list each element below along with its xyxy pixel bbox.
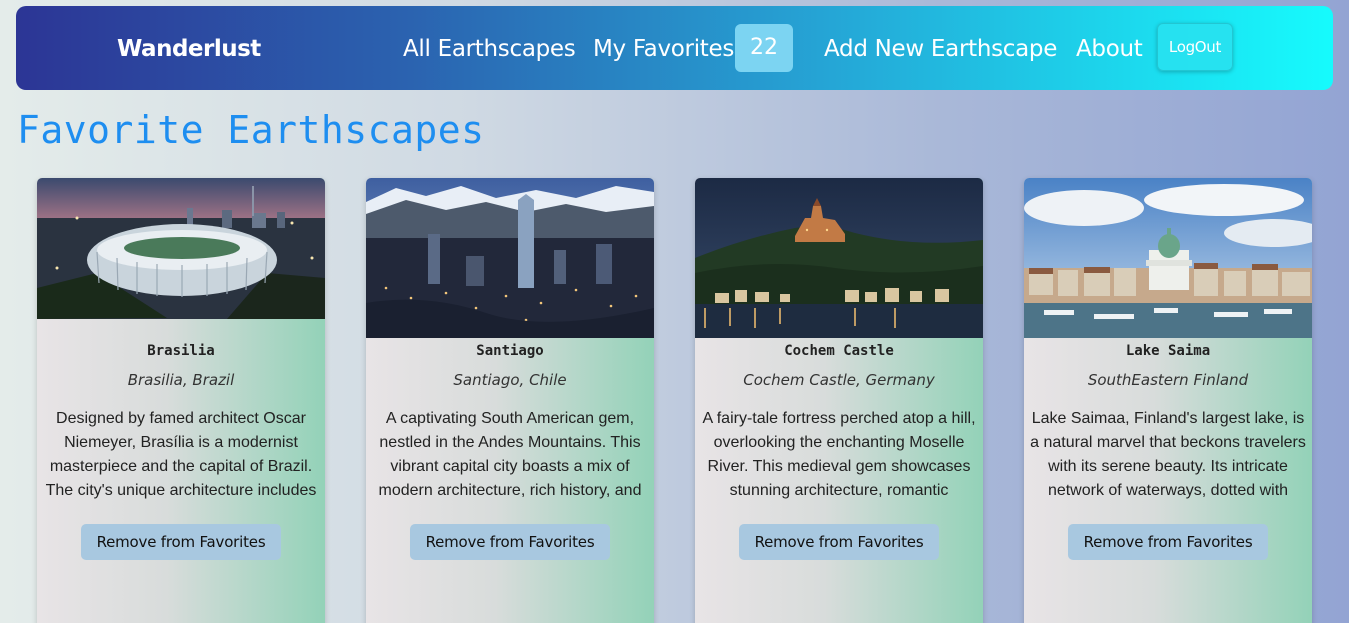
remove-from-favorites-button[interactable]: Remove from Favorites [410, 524, 610, 560]
page-title: Favorite Earthscapes [17, 108, 485, 152]
card-image-brasilia [37, 178, 325, 319]
favorite-card: Santiago Santiago, Chile A captivating S… [366, 178, 654, 623]
favorite-card: Lake Saima SouthEastern Finland Lake Sai… [1024, 178, 1312, 623]
favorite-card: Cochem Castle Cochem Castle, Germany A f… [695, 178, 983, 623]
nav-add-new-earthscape[interactable]: Add New Earthscape [824, 36, 1057, 62]
card-title: Lake Saima [1125, 343, 1211, 359]
nav-about[interactable]: About [1076, 36, 1143, 62]
logout-button[interactable]: LogOut [1157, 23, 1233, 71]
card-description: Designed by famed architect Oscar Niemey… [45, 410, 317, 499]
card-title: Cochem Castle [784, 343, 894, 359]
card-description: Lake Saimaa, Finland's largest lake, is … [1030, 410, 1306, 499]
favorites-count-badge[interactable]: 22 [735, 24, 793, 72]
remove-from-favorites-button[interactable]: Remove from Favorites [1068, 524, 1268, 560]
card-location: Brasilia, Brazil [127, 371, 235, 389]
card-image-santiago [366, 178, 654, 338]
navbar: Wanderlust All Earthscapes My Favorites … [16, 6, 1333, 90]
nav-my-favorites[interactable]: My Favorites [593, 36, 734, 62]
favorite-card: Brasilia Brasilia, Brazil Designed by fa… [37, 178, 325, 623]
card-description: A fairy-tale fortress perched atop a hil… [702, 410, 976, 499]
card-location: Cochem Castle, Germany [743, 371, 935, 389]
card-image-lake-saima [1024, 178, 1312, 338]
brand-logo[interactable]: Wanderlust [117, 36, 261, 62]
card-title: Brasilia [147, 343, 215, 359]
card-image-cochem-castle [695, 178, 983, 338]
nav-all-earthscapes[interactable]: All Earthscapes [403, 36, 576, 62]
card-title: Santiago [476, 343, 544, 359]
remove-from-favorites-button[interactable]: Remove from Favorites [739, 524, 939, 560]
card-location: SouthEastern Finland [1087, 371, 1249, 389]
card-location: Santiago, Chile [453, 371, 567, 389]
remove-from-favorites-button[interactable]: Remove from Favorites [81, 524, 281, 560]
card-description: A captivating South American gem, nestle… [378, 410, 642, 499]
